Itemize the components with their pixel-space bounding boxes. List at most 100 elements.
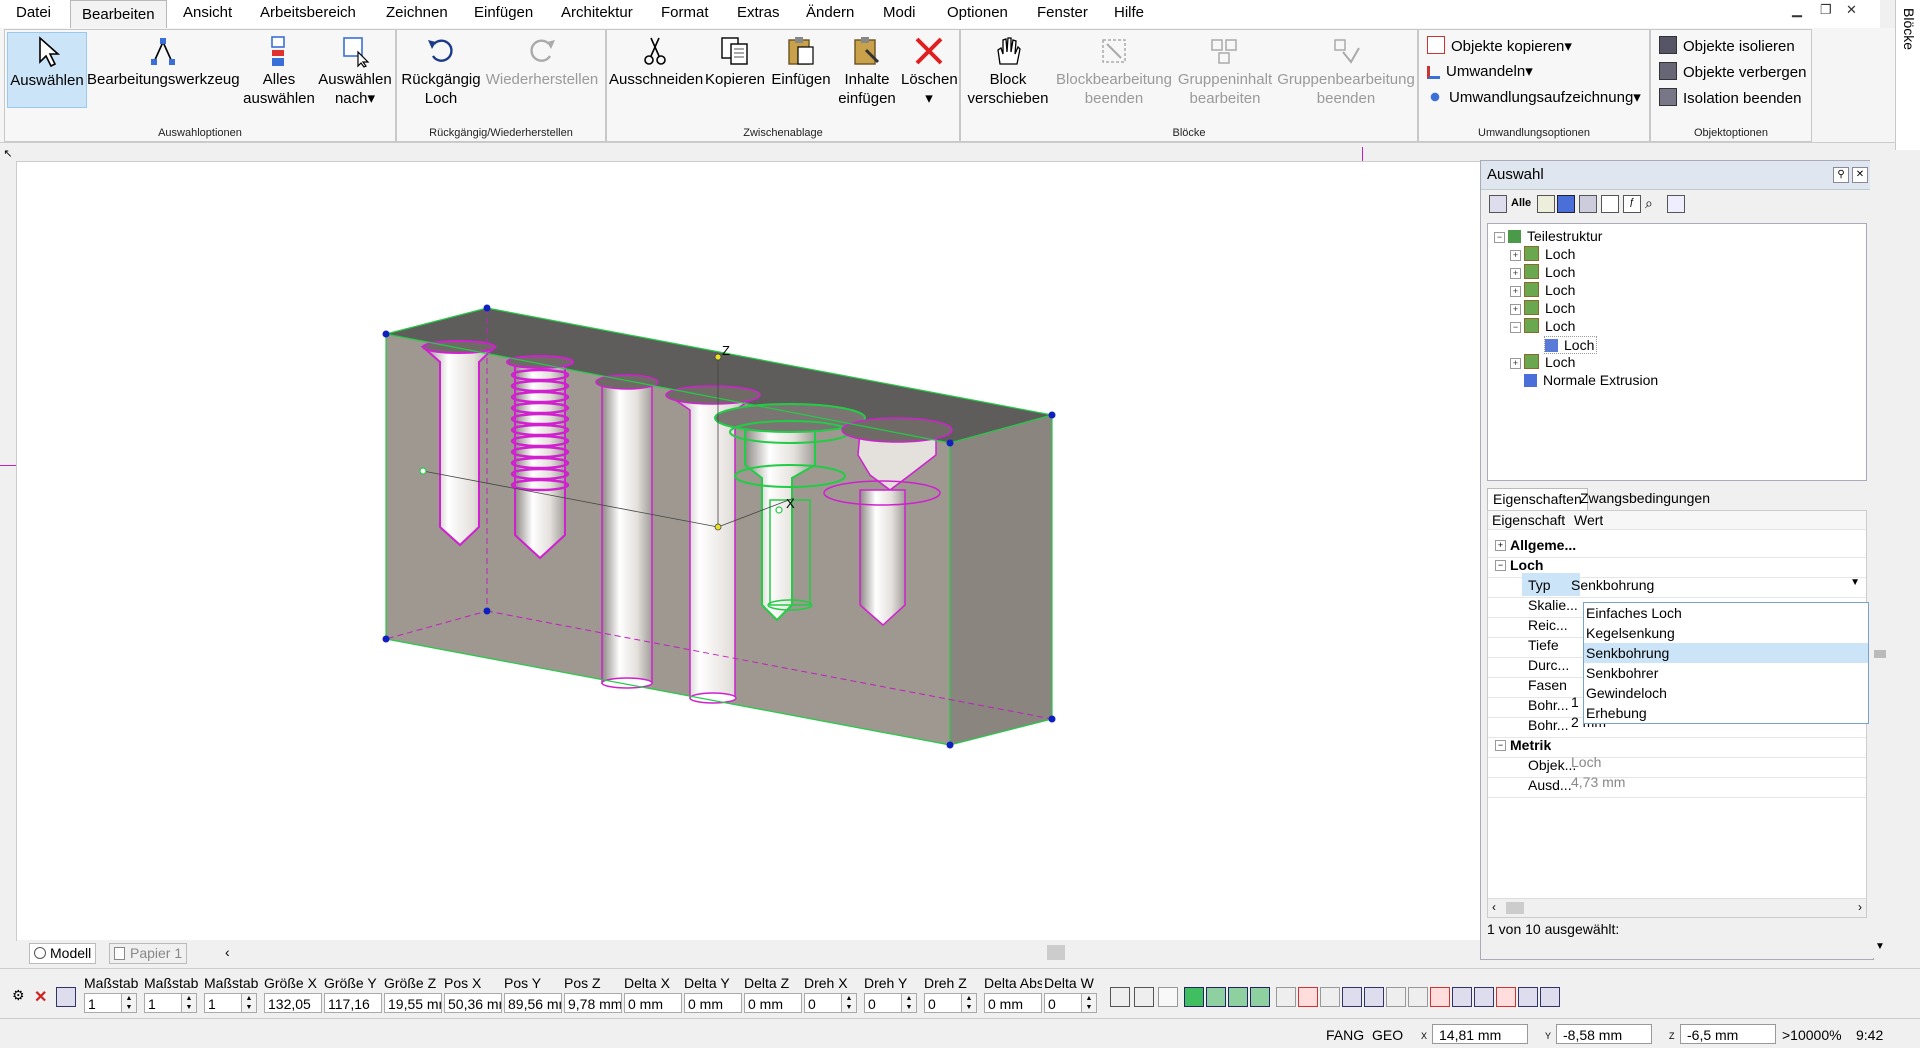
tab-constraints[interactable]: Zwangsbedingungen [1575,488,1715,509]
panel-close-icon[interactable]: ✕ [1852,167,1868,183]
tree-node-hole[interactable]: + Loch [1510,354,1575,370]
group-icon[interactable] [1579,195,1597,213]
blocks-side-tab[interactable]: Blöcke [1895,0,1920,150]
size-z-input[interactable]: 19,55 mm [384,993,442,1013]
settings-icon[interactable] [1667,195,1685,213]
snap-node-icon[interactable] [1496,987,1516,1007]
delete-button[interactable]: Löschen ▾ [901,32,958,108]
tree-node-hole[interactable]: + Loch [1510,264,1575,280]
search-icon[interactable]: ⌕ [1645,195,1661,211]
expand-icon[interactable]: + [1510,250,1521,261]
minimize-icon[interactable]: ▁ [1792,2,1802,18]
link-icon[interactable] [1110,987,1130,1007]
pen-icon[interactable] [1158,987,1178,1007]
delta-distance-input[interactable]: 0 mm [984,993,1042,1013]
restore-icon[interactable]: ❐ [1820,2,1832,18]
menu-format[interactable]: Format [659,4,711,21]
menu-extras[interactable]: Extras [735,4,782,21]
hide-objects-button[interactable]: Objekte verbergen [1659,62,1806,81]
spinner[interactable]: ▲ ▼ [901,993,917,1013]
scroll-left-icon[interactable]: ‹ [225,944,230,960]
isolate-objects-button[interactable]: Objekte isolieren [1659,36,1795,55]
expand-icon[interactable]: + [1495,540,1506,551]
hole-thread[interactable] [506,355,574,560]
redo-button[interactable]: Wiederherstellen [483,32,601,89]
dropdown-option[interactable]: Senkbohrer [1584,663,1868,683]
spinner[interactable]: ▲ ▼ [241,993,257,1013]
end-block-edit-button[interactable]: Blockbearbeitung beenden [1055,32,1173,108]
tree-node-hole-child[interactable]: Loch [1544,336,1598,354]
menu-zeichnen[interactable]: Zeichnen [384,4,450,21]
tree-node-hole[interactable]: + Loch [1510,246,1575,262]
menu-arbeitsbereich[interactable]: Arbeitsbereich [258,4,358,21]
menu-aendern[interactable]: Ändern [804,4,856,21]
tree-node-hole-expanded[interactable]: − Loch [1510,318,1575,334]
paste-content-button[interactable]: Inhalte einfügen [835,32,899,108]
snap-quad-icon[interactable] [1364,987,1384,1007]
inspector-cancel-icon[interactable]: ✕ [34,987,52,1006]
tree-node-root[interactable]: − Teilestruktur [1494,228,1602,244]
delta-y-input[interactable]: 0 mm [684,993,742,1013]
all-filter-icon[interactable]: Alle [1511,195,1531,211]
undo-button[interactable]: Rückgängig Loch [401,32,481,108]
copy-objects-button[interactable]: Objekte kopieren▾ [1427,36,1572,55]
select-all-button[interactable]: Alles auswählen [241,32,317,108]
x-coordinate[interactable]: 14,81 mm [1432,1024,1528,1044]
menu-einfuegen[interactable]: Einfügen [472,4,535,21]
snap-perp-icon[interactable] [1386,987,1406,1007]
pos-y-input[interactable]: 89,56 mm [504,993,562,1013]
tree-node-hole[interactable]: + Loch [1510,300,1575,316]
table-icon[interactable] [1601,195,1619,213]
snap-near-icon[interactable] [1430,987,1450,1007]
snap-center-icon[interactable] [1342,987,1362,1007]
snap-icon[interactable] [1276,987,1296,1007]
expand-icon[interactable]: + [1510,286,1521,297]
filter-icon[interactable] [1537,195,1555,213]
scale-y-input[interactable]: 1 [144,993,182,1013]
ruler-origin-icon[interactable]: ↖ [0,147,16,161]
menu-optionen[interactable]: Optionen [945,4,1010,21]
dropdown-option[interactable]: Erhebung [1584,703,1868,723]
delta-w-input[interactable]: 0 [1044,993,1082,1013]
menu-datei[interactable]: Datei [14,4,53,21]
spinner[interactable]: ▲ ▼ [1081,993,1097,1013]
dropdown-option-selected[interactable]: Senkbohrung [1584,643,1868,663]
expand-icon[interactable]: + [1510,358,1521,369]
expand-icon[interactable]: + [1510,268,1521,279]
menu-hilfe[interactable]: Hilfe [1112,4,1146,21]
hole-through[interactable] [595,374,659,689]
select-by-button[interactable]: Auswählen nach▾ [317,32,393,108]
collapse-icon[interactable]: − [1495,560,1506,571]
view-front-icon[interactable] [1184,987,1204,1007]
menu-modi[interactable]: Modi [881,4,918,21]
collapse-icon[interactable]: − [1495,740,1506,751]
y-coordinate[interactable]: -8,58 mm [1556,1024,1652,1044]
menu-ansicht[interactable]: Ansicht [181,4,234,21]
rot-y-input[interactable]: 0 [864,993,902,1013]
tree-view-icon[interactable] [1489,195,1507,213]
dropdown-option[interactable]: Gewindeloch [1584,683,1868,703]
view-iso-icon[interactable] [1206,987,1226,1007]
tree-node-hole[interactable]: + Loch [1510,282,1575,298]
highlight-icon[interactable] [1557,195,1575,213]
drawing-viewport[interactable]: Z X [17,162,1480,940]
view-side-icon[interactable] [1228,987,1248,1007]
scale-x-input[interactable]: 1 [84,993,122,1013]
size-y-input[interactable]: 117,16 [324,993,382,1013]
scroll-left-icon[interactable]: ‹ [1492,900,1496,914]
menu-fenster[interactable]: Fenster [1035,4,1090,21]
scroll-down-icon[interactable]: ▼ [1875,941,1885,952]
collapse-icon[interactable]: − [1510,322,1521,333]
spinner[interactable]: ▲ ▼ [121,993,137,1013]
dropdown-arrow-icon[interactable]: ▼ [1850,577,1860,588]
pos-z-input[interactable]: 9,78 mm [564,993,622,1013]
cut-button[interactable]: Ausschneiden [609,32,703,89]
spinner[interactable]: ▲ ▼ [961,993,977,1013]
end-group-edit-button[interactable]: Gruppenbearbeitung beenden [1277,32,1415,108]
rot-z-input[interactable]: 0 [924,993,962,1013]
end-isolation-button[interactable]: Isolation beenden [1659,88,1801,107]
select-button[interactable]: Auswählen [7,32,87,108]
model-3d-view[interactable]: Z X [17,162,1480,940]
snap-mid-icon[interactable] [1320,987,1340,1007]
edit-tool-button[interactable]: Bearbeitungswerkzeug [87,32,240,89]
